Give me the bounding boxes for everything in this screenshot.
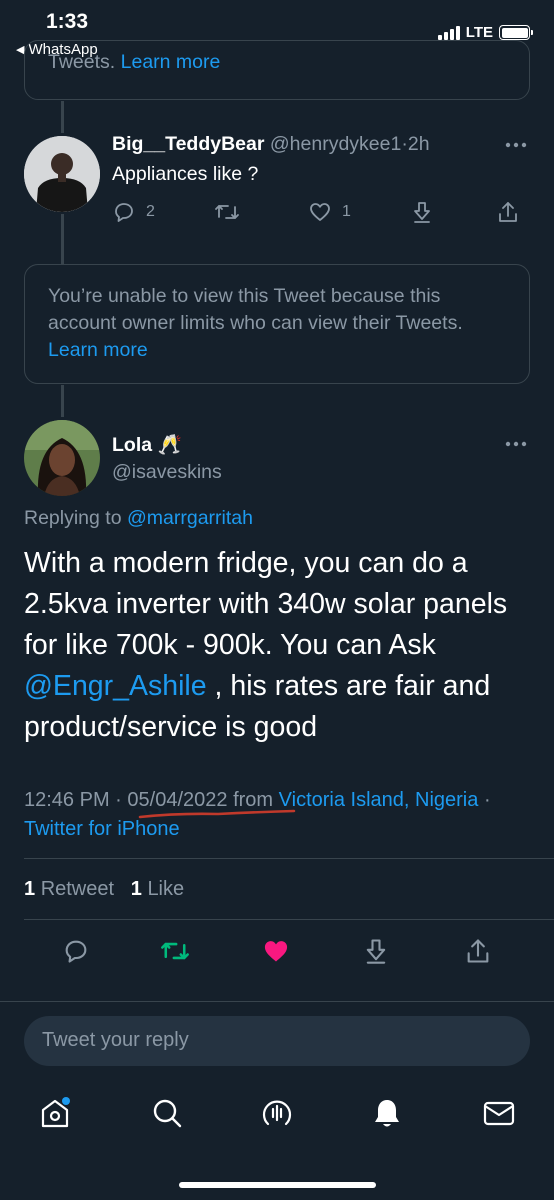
reply-icon: [115, 203, 133, 222]
reply-button[interactable]: 2: [112, 200, 155, 224]
retweet-icon: [161, 942, 189, 960]
name-emoji: 🥂: [157, 434, 182, 456]
download-icon: [366, 939, 386, 964]
nav-search[interactable]: [150, 1096, 184, 1130]
divider: [24, 919, 554, 920]
replying-prefix: Replying to: [24, 507, 122, 529]
retweet-icon: [215, 205, 239, 219]
hidden-notice-text: Tweets.: [48, 51, 116, 73]
reply-button[interactable]: [62, 937, 90, 965]
search-icon: [153, 1099, 182, 1128]
separator-dot: ·: [483, 789, 491, 811]
download-button[interactable]: [410, 200, 434, 224]
main-tweet-text: With a modern fridge, you can do a 2.5kv…: [24, 543, 534, 748]
more-options-icon[interactable]: [504, 140, 528, 150]
tweet-header: Lola 🥂: [112, 433, 182, 457]
handle[interactable]: @isaveskins: [112, 461, 222, 484]
download-icon: [414, 202, 430, 223]
nav-messages[interactable]: [482, 1096, 516, 1130]
hidden-notice-text: You’re unable to view this Tweet because…: [48, 285, 463, 334]
retweet-total: 1: [24, 878, 36, 900]
location-link[interactable]: Victoria Island, Nigeria: [279, 789, 479, 811]
replying-to: Replying to @marrgarritah: [24, 507, 253, 530]
tweet-text-part1: With a modern fridge, you can do a 2.5kv…: [24, 547, 508, 661]
reply-input[interactable]: Tweet your reply: [24, 1016, 530, 1066]
home-indicator[interactable]: [179, 1182, 376, 1188]
heart-icon: [264, 941, 288, 962]
share-button[interactable]: [496, 200, 520, 224]
learn-more-link[interactable]: Learn more: [48, 339, 148, 361]
replying-to-handle[interactable]: @marrgarritah: [127, 507, 253, 529]
avatar[interactable]: [24, 420, 100, 496]
download-button[interactable]: [362, 937, 390, 965]
reply-placeholder: Tweet your reply: [42, 1029, 189, 1051]
hidden-tweet-notice-partial: Tweets. Learn more: [24, 40, 530, 100]
battery-icon: [499, 25, 533, 40]
retweets-stat[interactable]: 1 Retweet: [24, 878, 120, 900]
mention-link[interactable]: @Engr_Ashile: [24, 670, 207, 702]
nav-spaces[interactable]: [260, 1096, 294, 1130]
retweet-label: Retweet: [40, 878, 115, 900]
nav-notifications[interactable]: [370, 1096, 404, 1130]
display-name[interactable]: Big__TeddyBear: [112, 133, 264, 155]
messages-icon: [483, 1101, 515, 1126]
bottom-nav: [0, 1082, 554, 1200]
reply-icon: [65, 940, 87, 963]
status-indicators: LTE: [437, 24, 533, 41]
spaces-icon: [262, 1100, 292, 1126]
like-total: 1: [130, 878, 142, 900]
heart-icon: [310, 203, 330, 221]
like-count: 1: [342, 203, 351, 220]
retweet-button[interactable]: [214, 200, 240, 224]
likes-stat[interactable]: 1 Like: [131, 878, 184, 900]
share-button[interactable]: [464, 937, 492, 965]
status-time: 1:33: [46, 10, 89, 33]
thread-line: [61, 101, 64, 133]
tweet-header: Big__TeddyBear @henrydykee1·2h: [112, 133, 430, 156]
tweet-text: Appliances like ?: [112, 163, 259, 185]
display-name[interactable]: Lola: [112, 434, 152, 456]
main-tweet-actions: [0, 937, 554, 969]
learn-more-link[interactable]: Learn more: [121, 51, 221, 73]
like-button[interactable]: [262, 937, 290, 965]
tweet-stats: 1 Retweet 1 Like: [24, 878, 184, 901]
tweet-actions: 2 1: [0, 200, 554, 228]
red-underline-annotation: [138, 809, 296, 819]
more-options-icon[interactable]: [504, 439, 528, 449]
nav-home[interactable]: [38, 1096, 72, 1130]
like-button[interactable]: 1: [308, 200, 351, 224]
like-label: Like: [147, 878, 185, 900]
notifications-icon: [375, 1100, 399, 1127]
handle[interactable]: @henrydykee1: [270, 133, 401, 155]
home-icon: [41, 1097, 70, 1128]
share-icon: [499, 202, 517, 222]
share-icon: [467, 939, 489, 963]
hidden-tweet-notice: You’re unable to view this Tweet because…: [24, 264, 530, 384]
tweet-time: 12:46 PM: [24, 789, 110, 811]
divider: [24, 858, 554, 859]
separator-dot: ·: [115, 789, 122, 811]
signal-icon: [437, 25, 460, 40]
time-ago[interactable]: 2h: [408, 133, 430, 155]
thread-line: [61, 385, 64, 417]
reply-count: 2: [146, 203, 155, 220]
divider: [0, 1001, 554, 1002]
retweet-button[interactable]: [160, 937, 190, 965]
network-type: LTE: [465, 24, 493, 41]
